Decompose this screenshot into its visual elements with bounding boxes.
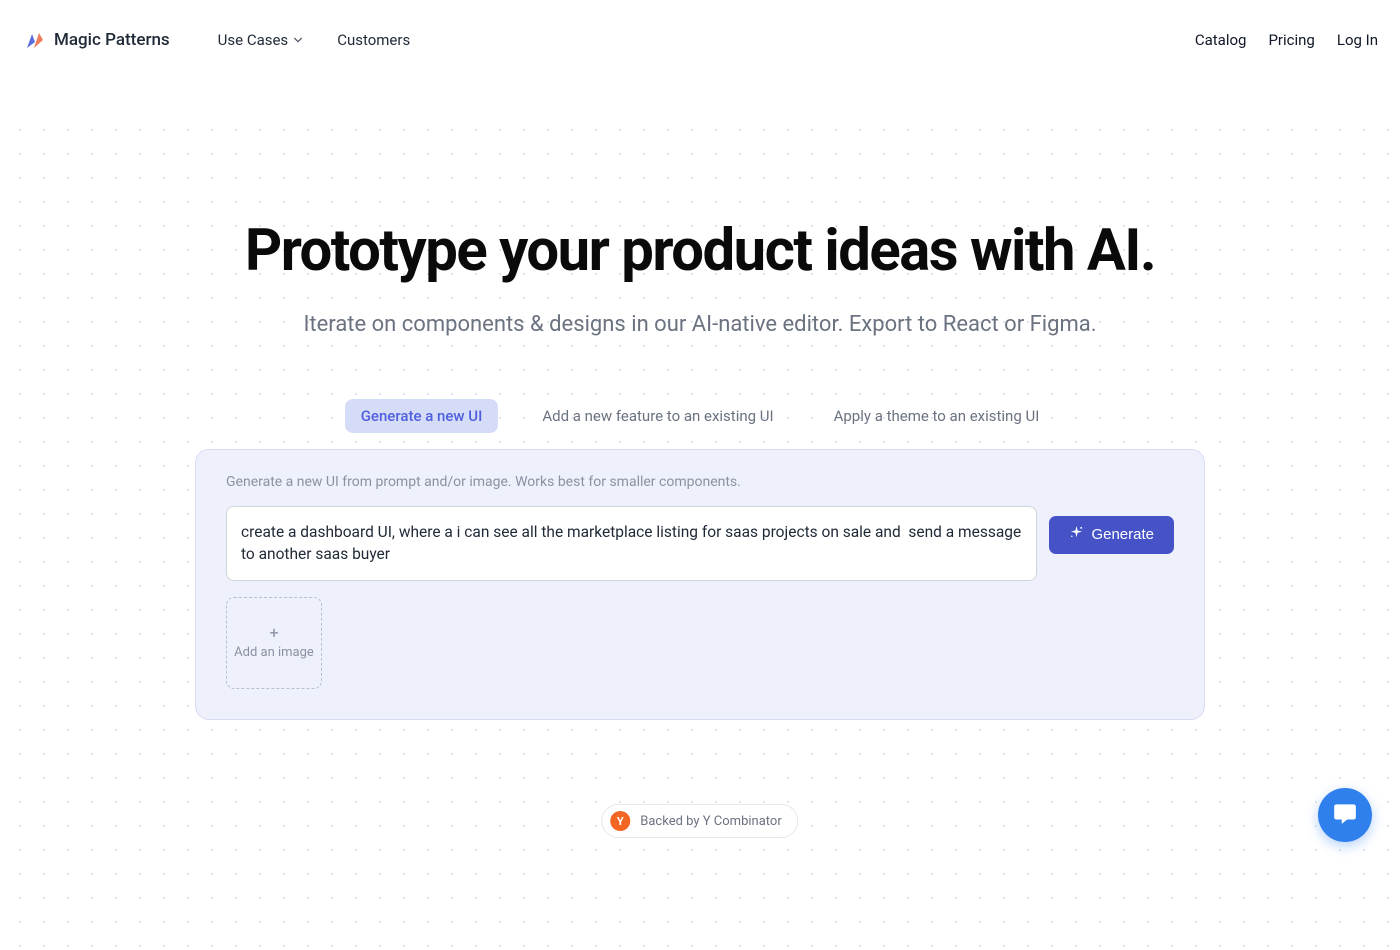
hero-subtitle: Iterate on components & designs in our A…	[303, 312, 1096, 337]
logo[interactable]: Magic Patterns	[22, 28, 170, 52]
logo-icon	[22, 28, 46, 52]
yc-badge[interactable]: Y Backed by Y Combinator	[601, 804, 798, 838]
tab-add-feature[interactable]: Add a new feature to an existing UI	[526, 399, 789, 433]
prompt-instruction: Generate a new UI from prompt and/or ima…	[226, 474, 1174, 490]
yc-icon: Y	[610, 811, 630, 831]
yc-badge-text: Backed by Y Combinator	[640, 814, 781, 829]
prompt-input[interactable]	[226, 506, 1037, 581]
nav-customers[interactable]: Customers	[337, 31, 410, 49]
chat-icon	[1332, 800, 1358, 830]
prompt-row: Generate	[226, 506, 1174, 581]
nav-primary: Use Cases Customers	[218, 31, 411, 49]
chevron-down-icon	[293, 35, 303, 45]
generate-button[interactable]: Generate	[1049, 516, 1174, 554]
mode-tabs: Generate a new UI Add a new feature to a…	[345, 399, 1056, 433]
site-header: Magic Patterns Use Cases Customers Catal…	[0, 0, 1400, 80]
add-image-label: Add an image	[234, 645, 314, 661]
nav-use-cases-label: Use Cases	[218, 31, 289, 49]
plus-icon: +	[269, 625, 278, 641]
add-image-button[interactable]: + Add an image	[226, 597, 322, 689]
nav-customers-label: Customers	[337, 31, 410, 49]
tab-generate-new-ui[interactable]: Generate a new UI	[345, 399, 499, 433]
generate-button-label: Generate	[1091, 526, 1154, 543]
tab-apply-theme[interactable]: Apply a theme to an existing UI	[818, 399, 1056, 433]
prompt-card: Generate a new UI from prompt and/or ima…	[195, 449, 1205, 720]
nav-pricing[interactable]: Pricing	[1268, 31, 1314, 49]
sparkle-icon	[1069, 525, 1084, 544]
logo-text: Magic Patterns	[54, 30, 170, 50]
nav-login[interactable]: Log In	[1337, 31, 1378, 49]
nav-use-cases[interactable]: Use Cases	[218, 31, 304, 49]
nav-secondary: Catalog Pricing Log In	[1195, 31, 1378, 49]
nav-catalog[interactable]: Catalog	[1195, 31, 1247, 49]
chat-fab[interactable]	[1318, 788, 1372, 842]
main-content: Prototype your product ideas with AI. It…	[0, 80, 1400, 720]
hero-title: Prototype your product ideas with AI.	[245, 220, 1155, 284]
